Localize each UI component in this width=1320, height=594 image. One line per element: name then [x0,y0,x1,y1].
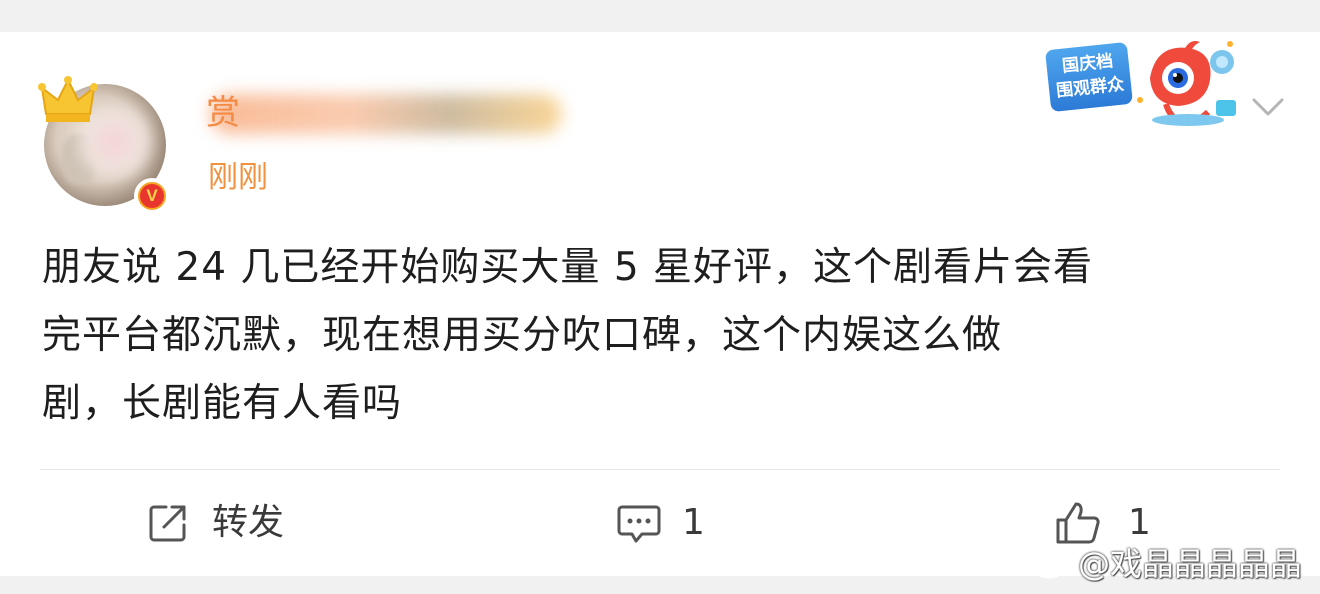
event-sticker[interactable]: 国庆档 围观群众 [1044,38,1244,130]
post-text-line: 朋友说 24 几已经开始购买大量 5 星好评，这个剧看片会看 [42,245,1094,290]
watermark: @戏晶晶晶晶晶 [1030,540,1302,584]
weibo-logo-icon [1031,548,1072,579]
comment-button[interactable]: 1 [616,498,705,548]
mascot-icon [1137,41,1236,126]
repost-label: 转发 [212,502,285,543]
avatar[interactable]: V [38,74,178,214]
repost-icon [149,505,186,542]
post-text-line: 剧，长剧能有人看吗 [42,381,403,426]
crown-icon [38,76,98,122]
repost-button[interactable]: 转发 [146,498,284,548]
post-text-line: 完平台都沉默，现在想用买分吹口碑，这个内娱这么做 [42,313,1003,358]
comment-count: 1 [682,502,705,543]
post-card: V 赏 刚刚 国庆档 围观群众 朋友说 24 几已经开始购买大量 5 星好评，这… [0,32,1320,576]
verified-v-icon: V [140,184,164,208]
post-text: 朋友说 24 几已经开始购买大量 5 星好评，这个剧看片会看 完平台都沉默，现在… [42,234,1282,438]
verified-badge: V [134,178,170,214]
sticker-label: 国庆档 围观群众 [1044,41,1134,113]
username[interactable]: 赏 [206,90,566,136]
divider [40,469,1280,470]
comment-icon [617,505,661,543]
watermark-text: @戏晶晶晶晶晶 [1078,545,1303,583]
chevron-down-icon[interactable] [1250,96,1286,120]
post-timestamp: 刚刚 [208,160,268,195]
